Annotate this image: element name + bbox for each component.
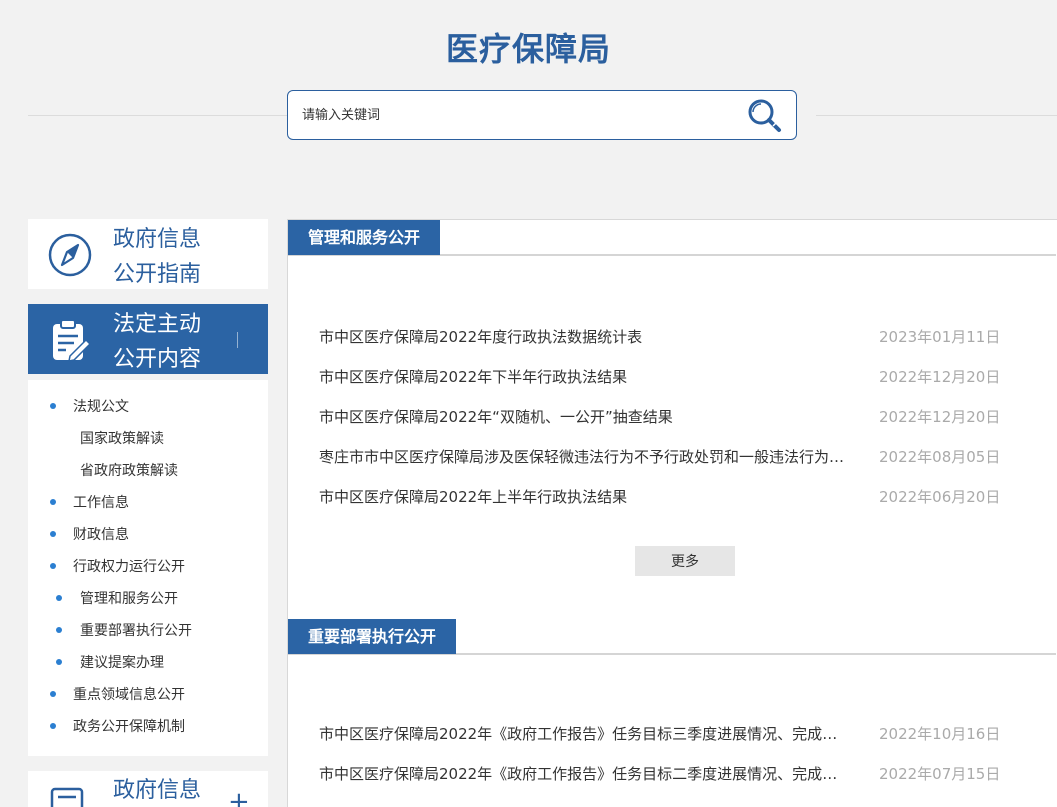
- main-content: 管理和服务公开 市中区医疗保障局2022年度行政执法数据统计表 2023年01月…: [287, 219, 1057, 807]
- sidebar-guide-line2: 公开指南: [113, 262, 202, 287]
- search-button[interactable]: [746, 97, 784, 135]
- list-item[interactable]: 枣庄市市中区医疗保障局涉及医保轻微违法行为不予行政处罚和一般违法行为减轻行政处罚…: [319, 445, 1019, 469]
- news-date: 2022年12月20日: [879, 408, 1001, 426]
- sidebar-guide-line1: 政府信息: [113, 227, 202, 252]
- menu-item-management-service[interactable]: 管理和服务公开: [56, 588, 178, 608]
- list-item[interactable]: 市中区医疗保障局2022年下半年行政执法结果 2022年12月20日: [319, 365, 1019, 389]
- news-title[interactable]: 市中区医疗保障局2022年《政府工作报告》任务目标二季度进展情况、完成情况: [319, 762, 849, 786]
- bullet-dot: [50, 563, 56, 569]
- menu-item-provincial-policy[interactable]: 省政府政策解读: [80, 460, 178, 480]
- menu-item-label: 法规公文: [73, 399, 129, 415]
- news-title[interactable]: 市中区医疗保障局2022年上半年行政执法结果: [319, 485, 849, 509]
- section-header-management: 管理和服务公开: [288, 220, 1056, 256]
- menu-item-guarantee[interactable]: 政务公开保障机制: [50, 716, 185, 736]
- bullet-dot: [50, 691, 56, 697]
- divider-left: [28, 115, 287, 116]
- document-folder-icon: [50, 787, 84, 807]
- search-key-icon: [748, 99, 781, 132]
- menu-item-label: 省政府政策解读: [80, 463, 178, 479]
- list-item[interactable]: 市中区医疗保障局2022年《政府工作报告》任务目标三季度进展情况、完成情况 20…: [319, 722, 1019, 746]
- section-tab-deployment[interactable]: 重要部署执行公开: [288, 619, 457, 654]
- bullet-dot: [56, 595, 62, 601]
- sidebar-active-line1: 法定主动: [113, 312, 202, 337]
- section-header-deployment: 重要部署执行公开: [288, 619, 1056, 655]
- sidebar-separator: [237, 332, 238, 348]
- menu-item-label: 重要部署执行公开: [80, 623, 192, 639]
- menu-item-proposals[interactable]: 建议提案办理: [56, 652, 164, 672]
- sidebar-item-guide[interactable]: 政府信息 公开指南: [28, 219, 268, 289]
- compass-icon: [48, 233, 92, 277]
- menu-item-admin-power[interactable]: 行政权力运行公开: [50, 556, 185, 576]
- expand-plus-icon[interactable]: +: [228, 789, 250, 807]
- bullet-dot: [50, 499, 56, 505]
- sidebar-item-gov-info[interactable]: 政府信息 +: [28, 771, 268, 807]
- news-title[interactable]: 市中区医疗保障局2022年下半年行政执法结果: [319, 365, 849, 389]
- menu-item-label: 财政信息: [73, 527, 129, 543]
- bullet-dot: [56, 659, 62, 665]
- menu-item-label: 建议提案办理: [80, 655, 164, 671]
- menu-item-label: 行政权力运行公开: [73, 559, 185, 575]
- menu-item-regulations[interactable]: 法规公文: [50, 396, 129, 416]
- menu-item-label: 工作信息: [73, 495, 129, 511]
- news-date: 2022年07月15日: [879, 765, 1001, 783]
- bullet-dot: [50, 531, 56, 537]
- search-box: [287, 90, 797, 140]
- bullet-dot: [50, 403, 56, 409]
- more-button[interactable]: 更多: [635, 546, 735, 576]
- menu-item-label: 国家政策解读: [80, 431, 164, 447]
- menu-item-work-info[interactable]: 工作信息: [50, 492, 129, 512]
- news-title[interactable]: 市中区医疗保障局2022年《政府工作报告》任务目标三季度进展情况、完成情况: [319, 722, 849, 746]
- news-title[interactable]: 市中区医疗保障局2022年“双随机、一公开”抽查结果: [319, 405, 849, 429]
- bullet-dot: [56, 627, 62, 633]
- sidebar-submenu: 法规公文 国家政策解读 省政府政策解读 工作信息 财政信息 行政权力运行公开 管…: [28, 380, 268, 756]
- sidebar-active-label: 法定主动 公开内容: [113, 307, 253, 377]
- news-date: 2022年08月05日: [879, 448, 1001, 466]
- menu-item-key-areas[interactable]: 重点领域信息公开: [50, 684, 185, 704]
- clipboard-edit-icon: [53, 319, 92, 362]
- news-date: 2022年10月16日: [879, 725, 1001, 743]
- news-date: 2023年01月11日: [879, 328, 1001, 346]
- page-title: 医疗保障局: [445, 30, 611, 68]
- divider-right: [816, 115, 1057, 116]
- sidebar-item-active-content[interactable]: 法定主动 公开内容: [28, 304, 268, 374]
- section-tab-management[interactable]: 管理和服务公开: [288, 220, 441, 255]
- menu-item-label: 重点领域信息公开: [73, 687, 185, 703]
- news-date: 2022年12月20日: [879, 368, 1001, 386]
- menu-item-finance-info[interactable]: 财政信息: [50, 524, 129, 544]
- sidebar-active-line2: 公开内容: [113, 347, 202, 372]
- search-input[interactable]: [302, 103, 722, 127]
- list-item[interactable]: 市中区医疗保障局2022年“双随机、一公开”抽查结果 2022年12月20日: [319, 405, 1019, 429]
- sidebar-guide-label: 政府信息 公开指南: [113, 222, 253, 292]
- news-title[interactable]: 枣庄市市中区医疗保障局涉及医保轻微违法行为不予行政处罚和一般违法行为减轻行政处罚…: [319, 445, 849, 469]
- menu-item-label: 政务公开保障机制: [73, 719, 185, 735]
- menu-item-national-policy[interactable]: 国家政策解读: [80, 428, 164, 448]
- news-title[interactable]: 市中区医疗保障局2022年度行政执法数据统计表: [319, 325, 849, 349]
- list-item[interactable]: 市中区医疗保障局2022年度行政执法数据统计表 2023年01月11日: [319, 325, 1019, 349]
- news-date: 2022年06月20日: [879, 488, 1001, 506]
- list-item[interactable]: 市中区医疗保障局2022年《政府工作报告》任务目标二季度进展情况、完成情况 20…: [319, 762, 1019, 786]
- menu-item-label: 管理和服务公开: [80, 591, 178, 607]
- bullet-dot: [50, 723, 56, 729]
- menu-item-deployment[interactable]: 重要部署执行公开: [56, 620, 192, 640]
- list-item[interactable]: 市中区医疗保障局2022年上半年行政执法结果 2022年06月20日: [319, 485, 1019, 509]
